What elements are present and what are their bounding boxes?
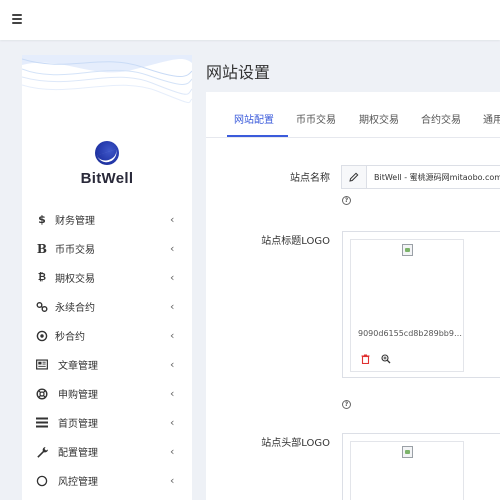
sidebar-item-label: 配置管理: [58, 448, 98, 459]
site-name-input-group: [341, 165, 500, 189]
sidebar-item-homepage[interactable]: 首页管理 ‹: [22, 408, 192, 437]
chevron-left-icon: ‹: [170, 358, 175, 371]
tab-contract-trading[interactable]: 合约交易: [421, 111, 461, 126]
sidebar-item-mining[interactable]: 矿机 ‹: [22, 495, 192, 500]
tab-spot-trading[interactable]: 币币交易: [296, 111, 336, 126]
sidebar-wave-decoration: [22, 55, 192, 103]
sidebar-item-perpetual[interactable]: 永续合约 ‹: [22, 292, 192, 321]
sidebar-item-label: 文章管理: [58, 361, 98, 372]
chevron-left-icon: ‹: [170, 242, 175, 255]
tab-options-trading[interactable]: 期权交易: [359, 111, 399, 126]
chevron-left-icon: ‹: [170, 213, 175, 226]
sidebar-item-label: 秒合约: [55, 332, 85, 343]
sidebar-item-config[interactable]: 配置管理 ‹: [22, 437, 192, 466]
newspaper-icon: [36, 358, 48, 372]
pencil-icon: [342, 166, 367, 188]
chevron-left-icon: ‹: [170, 416, 175, 429]
sidebar-item-second-contract[interactable]: 秒合约 ‹: [22, 321, 192, 350]
sidebar-item-label: 财务管理: [55, 216, 95, 227]
sidebar-item-label: 永续合约: [55, 303, 95, 314]
target-icon: [36, 329, 48, 343]
chevron-left-icon: ‹: [170, 329, 175, 342]
tab-bar: 网站配置 币币交易 期权交易 合约交易 通用: [206, 92, 500, 138]
sidebar-item-options-trading[interactable]: ₿ 期权交易 ‹: [22, 263, 192, 292]
wrench-icon: [36, 445, 48, 459]
sidebar-item-articles[interactable]: 文章管理 ‹: [22, 350, 192, 379]
link-icon: [36, 300, 48, 314]
title-logo-thumbnail-card: 9090d6155cd8b289bb93...: [350, 239, 464, 372]
header-logo-thumbnail-card: [350, 441, 464, 500]
header-logo-upload-panel: [342, 433, 500, 500]
list-icon: [36, 416, 48, 430]
sidebar-menu: $ 财务管理 ‹ B 币币交易 ‹ ₿ 期权交易 ‹ 永续合约 ‹ 秒合约 ‹: [22, 205, 192, 500]
chevron-left-icon: ‹: [170, 474, 175, 487]
site-name-input[interactable]: [367, 166, 500, 188]
bitcoin-b-icon: B: [36, 241, 48, 256]
lifebuoy-icon: [36, 387, 48, 401]
sidebar-item-label: 申购管理: [58, 390, 98, 401]
sidebar-item-subscription[interactable]: 申购管理 ‹: [22, 379, 192, 408]
title-logo-upload-panel: 9090d6155cd8b289bb93...: [342, 231, 500, 378]
circle-icon: [36, 474, 48, 488]
sidebar-item-label: 币币交易: [55, 245, 95, 256]
sidebar-item-label: 风控管理: [58, 477, 98, 488]
sidebar-item-label: 期权交易: [55, 274, 95, 285]
delete-icon[interactable]: [360, 353, 371, 364]
bitcoin-icon: ₿: [37, 272, 47, 283]
active-tab-indicator: [227, 135, 288, 137]
hamburger-icon[interactable]: [12, 14, 22, 24]
top-bar: [0, 0, 500, 40]
sidebar-item-spot-trading[interactable]: B 币币交易 ‹: [22, 234, 192, 263]
broken-image-icon: [402, 446, 413, 458]
title-logo-filename: 9090d6155cd8b289bb93...: [358, 329, 462, 338]
page-title: 网站设置: [206, 63, 271, 82]
header-logo-label: 站点头部LOGO: [261, 438, 330, 449]
chevron-left-icon: ‹: [170, 445, 175, 458]
tab-general[interactable]: 通用: [483, 111, 500, 126]
bitwell-logo-icon: [95, 141, 119, 165]
site-name-label: 站点名称: [290, 173, 330, 184]
chevron-left-icon: ‹: [170, 271, 175, 284]
sidebar-item-finance[interactable]: $ 财务管理 ‹: [22, 205, 192, 234]
chevron-left-icon: ‹: [170, 300, 175, 313]
dollar-icon: $: [38, 213, 46, 226]
tab-site-config[interactable]: 网站配置: [234, 111, 274, 126]
help-icon[interactable]: ?: [342, 196, 351, 205]
broken-image-icon: [402, 244, 413, 256]
sidebar-item-risk-control[interactable]: 风控管理 ‹: [22, 466, 192, 495]
thumbnail-actions: [360, 353, 391, 364]
zoom-in-icon[interactable]: [380, 353, 391, 364]
sidebar: BitWell $ 财务管理 ‹ B 币币交易 ‹ ₿ 期权交易 ‹ 永续合约 …: [22, 55, 192, 500]
sidebar-item-label: 首页管理: [58, 419, 98, 430]
logo-text: BitWell: [80, 170, 134, 187]
settings-panel: 网站配置 币币交易 期权交易 合约交易 通用 站点名称 ? 站点标题LOGO 9…: [206, 92, 500, 500]
chevron-left-icon: ‹: [170, 387, 175, 400]
title-logo-label: 站点标题LOGO: [261, 236, 330, 247]
help-icon[interactable]: ?: [342, 400, 351, 409]
